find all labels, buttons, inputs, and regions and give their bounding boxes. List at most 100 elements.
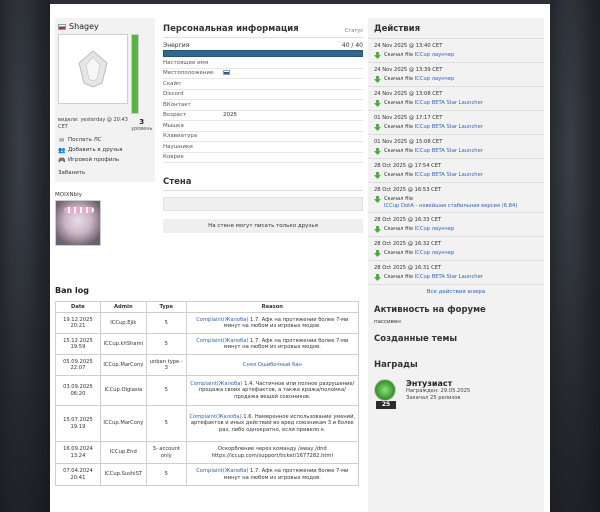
download-icon <box>374 250 381 257</box>
add-friend-link[interactable]: 👥 Добавить в друзья <box>55 145 155 155</box>
avatar[interactable] <box>58 34 128 104</box>
ban-type: 5 <box>145 312 187 334</box>
action-text: Скачал file <box>384 172 414 178</box>
status-label: Статус <box>344 28 363 34</box>
action-line: Скачал file ICCup BETA Star Launcher <box>374 124 538 131</box>
complaint-link[interactable]: Complaint(Жалоба) <box>196 468 248 474</box>
ban-type: 5 <box>145 333 187 355</box>
complaint-link[interactable]: Complaint(Жалоба) <box>190 381 242 387</box>
complaint-link[interactable]: Complaint(Жалоба) <box>189 414 241 420</box>
action-text: Скачал file <box>384 124 414 130</box>
friend-avatar[interactable] <box>55 200 101 246</box>
avatar-row <box>55 34 155 114</box>
send-message-link[interactable]: ✉ Послать ЛС <box>55 135 155 145</box>
action-date: 28 Oct 2025 @ 16:33 CET <box>374 217 442 223</box>
info-key: Настоящее имя <box>163 59 209 66</box>
energy-row: Энергия 40 / 40 <box>163 42 363 49</box>
file-link[interactable]: ICCup лаунчер <box>415 76 455 82</box>
level-column <box>131 34 139 114</box>
ban-reason: Complaint(Жалоба) 1.7. Афк на протяжении… <box>185 333 360 355</box>
add-friend-label: Добавить в друзья <box>68 147 123 153</box>
info-row: Местоположение <box>163 69 363 79</box>
sidebar: Действия 24 Nov 2025 @ 13:40 CET Скачал … <box>368 18 544 512</box>
file-link[interactable]: ICCup BETA Star Launcher <box>415 124 483 130</box>
energy-level-bar <box>131 34 139 114</box>
actions-title: Действия <box>368 18 544 39</box>
wall-title: Стена <box>163 177 363 191</box>
action-text: Скачал file <box>384 100 414 106</box>
info-value: 2025 <box>223 112 237 119</box>
award-badge-icon: 25 <box>374 379 398 409</box>
file-link[interactable]: ICCup BETA Star Launcher <box>415 148 483 154</box>
mail-icon: ✉ <box>58 136 65 144</box>
ban-log-header-row: Date Admin Type Reason <box>55 301 360 313</box>
personal-info-title: Персональная информация <box>163 24 299 34</box>
ban-admin: ICCup.khShami <box>99 333 147 355</box>
action-line: Скачал file ICCup лаунчер <box>374 226 538 233</box>
info-key: Коврик <box>163 154 184 161</box>
action-date: 24 Nov 2025 @ 13:39 CET <box>374 67 443 73</box>
ban-type: 5 <box>145 375 187 406</box>
table-row: 16.09.2024 13:24 ICCup.End 3- account on… <box>55 441 360 464</box>
unban-link[interactable]: Снял Ошибочный бан <box>243 362 302 368</box>
ban-date: 19.12.2025 20:21 <box>55 312 101 334</box>
energy-value: 40 / 40 <box>341 42 363 49</box>
action-line: Скачал file ICCup BETA Star Launcher <box>374 274 538 281</box>
ban-log: Ban log Date Admin Type Reason 19.12.202… <box>55 286 365 486</box>
info-row: Клавиатура <box>163 132 363 142</box>
list-item: 24 Nov 2025 @ 13:08 CET Скачал file ICCu… <box>368 87 544 111</box>
profile-page: Shagey видели: yesterday @ 20:43 CET 3 у… <box>50 0 550 512</box>
file-link[interactable]: ICCup лаунчер <box>415 250 455 256</box>
ban-date: 15.12.2025 19:59 <box>55 333 101 355</box>
ban-reason: Complaint(Жалоба) 1.7. Афк на протяжении… <box>185 312 360 334</box>
action-line: Скачал file ICCup лаунчер <box>374 52 538 59</box>
ban-admin: ICCup.MarCony <box>99 405 147 442</box>
award-item: 25 Энтузиаст Награжден: 29.05.2025 Закач… <box>368 374 544 414</box>
background-left <box>0 0 50 512</box>
action-date: 24 Nov 2025 @ 13:40 CET <box>374 43 443 49</box>
profile-name-row: Shagey <box>55 18 155 34</box>
ban-button[interactable]: Забанить <box>55 165 155 182</box>
all-actions-link[interactable]: Все действия юзера <box>368 285 544 299</box>
file-link[interactable]: ICCup DotA - новейшая стабильная версия … <box>384 203 517 209</box>
action-text: Скачал file <box>384 148 414 154</box>
file-link[interactable]: ICCup BETA Star Launcher <box>415 172 483 178</box>
list-item: 28 Oct 2025 @ 17:54 CET Скачал file ICCu… <box>368 159 544 183</box>
game-profile-label: Игровой профиль <box>68 157 120 163</box>
energy-bar <box>163 50 363 57</box>
table-row: 05.09.2025 22:07 ICCup.MarCony unban typ… <box>55 354 360 376</box>
ban-reason: Снял Ошибочный бан <box>185 354 360 376</box>
complaint-link[interactable]: Complaint(Жалоба) <box>196 317 248 323</box>
friend-name[interactable]: MOIXNbIy <box>55 192 155 198</box>
list-item: 24 Nov 2025 @ 13:40 CET Скачал file ICCu… <box>368 39 544 63</box>
list-item: 28 Oct 2025 @ 16:53 CET Скачал file ICCup… <box>368 183 544 213</box>
download-icon <box>374 226 381 233</box>
download-icon <box>374 196 381 203</box>
file-link[interactable]: ICCup BETA Star Launcher <box>415 274 483 280</box>
download-icon <box>374 274 381 281</box>
last-seen: видели: yesterday @ 20:43 CET <box>58 117 128 130</box>
download-icon <box>374 76 381 83</box>
download-icon <box>374 148 381 155</box>
action-line: Скачал file ICCup BETA Star Launcher <box>374 100 538 107</box>
list-item: 24 Nov 2025 @ 13:39 CET Скачал file ICCu… <box>368 63 544 87</box>
game-profile-link[interactable]: 🎮 Игровой профиль <box>55 155 155 165</box>
award-name: Энтузиаст <box>406 379 453 388</box>
info-table: Настоящее имя Местоположение Скайп Disco… <box>163 58 363 163</box>
complaint-link[interactable]: Complaint(Жалоба) <box>196 338 248 344</box>
info-row: Возраст 2025 <box>163 111 363 121</box>
ban-log-table: Date Admin Type Reason 19.12.2025 20:21 … <box>55 301 360 486</box>
location-flag-icon <box>223 69 230 75</box>
file-link[interactable]: ICCup BETA Star Launcher <box>415 100 483 106</box>
action-date: 28 Oct 2025 @ 17:54 CET <box>374 163 442 169</box>
ban-type: 5 <box>145 463 187 486</box>
file-link[interactable]: ICCup лаунчер <box>415 226 455 232</box>
ban-reason: Оскорбление через команду /away /dnd htt… <box>185 441 360 464</box>
table-row: 15.07.2025 19:19 ICCup.MarCony 5 Complai… <box>55 405 360 442</box>
table-row: 03.09.2025 06:20 ICCup.Olgiasia 5 Compla… <box>55 375 360 406</box>
file-link[interactable]: ICCup лаунчер <box>415 52 455 58</box>
wall-input[interactable] <box>163 197 363 211</box>
list-item: 28 Oct 2025 @ 16:33 CET Скачал file ICCu… <box>368 213 544 237</box>
ban-type: 3- account only <box>145 441 187 464</box>
table-row: 07.04.2024 20:41 ICCup.SushiST 5 Complai… <box>55 463 360 486</box>
